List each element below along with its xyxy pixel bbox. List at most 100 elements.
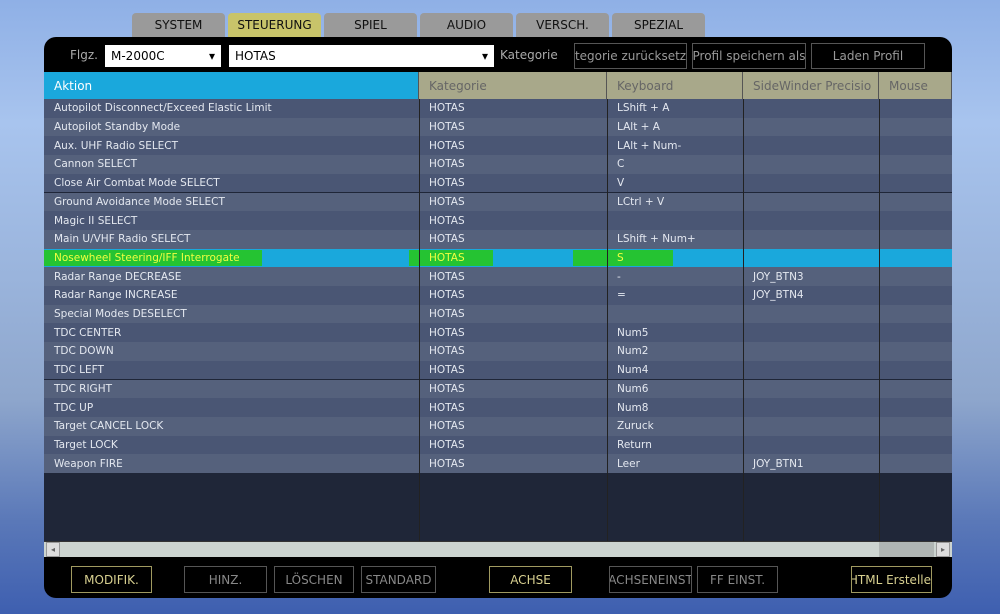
chevron-down-icon: ▾ xyxy=(208,49,215,63)
keyboard-cell: LShift + A xyxy=(617,102,670,115)
table-row[interactable]: Aux. UHF Radio SELECT HOTAS LAlt + Num- xyxy=(44,136,952,156)
scroll-left-icon[interactable]: ◂ xyxy=(46,542,60,557)
column-divider xyxy=(879,99,880,541)
save-profile-button[interactable]: Profil speichern als xyxy=(692,43,806,69)
delete-button[interactable]: LÖSCHEN xyxy=(274,566,354,593)
keyboard-cell: Leer xyxy=(617,457,640,470)
action-cell: Target LOCK xyxy=(54,438,118,451)
table-row[interactable]: Autopilot Disconnect/Exceed Elastic Limi… xyxy=(44,99,952,118)
action-cell: Main U/VHF Radio SELECT xyxy=(54,233,191,246)
horizontal-scrollbar[interactable]: ◂ ▸ xyxy=(44,541,952,557)
keyboard-cell: LAlt + Num- xyxy=(617,139,682,152)
tab-spezial[interactable]: SPEZIAL xyxy=(612,13,705,37)
axis-tune-button[interactable]: ACHSENEINST xyxy=(609,566,692,593)
table-row[interactable]: TDC UP HOTAS Num8 xyxy=(44,398,952,417)
category-value: HOTAS xyxy=(235,49,276,63)
action-cell: Cannon SELECT xyxy=(54,158,138,171)
joystick-cell xyxy=(743,99,879,118)
column-header-joystick[interactable]: SideWinder Precisio xyxy=(743,72,879,99)
keyboard-cell: - xyxy=(617,270,621,283)
table-row[interactable]: TDC DOWN HOTAS Num2 xyxy=(44,342,952,361)
joystick-cell: JOY_BTN1 xyxy=(753,457,804,470)
category-cell: HOTAS xyxy=(429,345,465,358)
category-cell: HOTAS xyxy=(429,121,465,134)
ff-tune-button[interactable]: FF EINST. xyxy=(697,566,778,593)
axis-assign-button[interactable]: ACHSE xyxy=(489,566,572,593)
keyboard-cell xyxy=(607,305,743,324)
category-select[interactable]: HOTAS ▾ xyxy=(229,45,494,67)
table-row[interactable]: Nosewheel Steering/IFF Interrogate HOTAS S xyxy=(44,248,952,268)
table-row[interactable]: Weapon FIRE HOTAS Leer JOY_BTN1 xyxy=(44,454,952,473)
table-row[interactable]: TDC RIGHT HOTAS Num6 xyxy=(44,379,952,399)
action-cell: Nosewheel Steering/IFF Interrogate xyxy=(54,251,240,264)
load-profile-button[interactable]: Laden Profil xyxy=(811,43,925,69)
action-cell: Magic II SELECT xyxy=(54,214,138,227)
category-cell: HOTAS xyxy=(429,364,465,377)
category-cell: HOTAS xyxy=(429,308,465,321)
category-cell: HOTAS xyxy=(429,270,465,283)
keyboard-cell: LShift + Num+ xyxy=(617,233,696,246)
tab-audio[interactable]: AUDIO xyxy=(420,13,513,37)
table-row[interactable]: Target LOCK HOTAS Return xyxy=(44,435,952,455)
keyboard-cell: Num8 xyxy=(617,401,649,414)
table-row[interactable]: Ground Avoidance Mode SELECT HOTAS LCtrl +… xyxy=(44,192,952,212)
table-row[interactable]: Special Modes DESELECT HOTAS xyxy=(44,304,952,324)
keyboard-cell: LCtrl + V xyxy=(617,195,665,208)
keyboard-cell: = xyxy=(617,289,626,302)
joystick-cell xyxy=(743,174,879,193)
tab-steuerung[interactable]: STEUERUNG xyxy=(228,13,321,37)
joystick-cell: JOY_BTN4 xyxy=(753,289,804,302)
table-row[interactable]: Main U/VHF Radio SELECT HOTAS LShift + Num… xyxy=(44,229,952,249)
action-cell: Target CANCEL LOCK xyxy=(54,420,164,433)
joystick-cell xyxy=(743,380,879,399)
keyboard-cell: Num2 xyxy=(617,345,649,358)
column-header-mouse[interactable]: Mouse xyxy=(879,72,952,99)
column-header-category[interactable]: Kategorie xyxy=(419,72,607,99)
tab-versch[interactable]: VERSCH. xyxy=(516,13,609,37)
table-row[interactable]: Radar Range DECREASE HOTAS - JOY_BTN3 xyxy=(44,267,952,286)
keyboard-cell: Num4 xyxy=(617,364,649,377)
add-button[interactable]: HINZ. xyxy=(184,566,267,593)
action-cell: Special Modes DESELECT xyxy=(54,308,187,321)
bindings-table: Aktion Kategorie Keyboard SideWinder Pre… xyxy=(44,72,952,541)
table-row[interactable]: Autopilot Standby Mode HOTAS LAlt + A xyxy=(44,117,952,137)
aircraft-select[interactable]: M-2000C ▾ xyxy=(105,45,221,67)
table-row[interactable]: Radar Range INCREASE HOTAS = JOY_BTN4 xyxy=(44,286,952,305)
action-cell: Autopilot Standby Mode xyxy=(54,121,181,134)
table-row[interactable]: TDC CENTER HOTAS Num5 xyxy=(44,323,952,343)
table-row[interactable]: TDC LEFT HOTAS Num4 xyxy=(44,360,952,380)
column-divider xyxy=(419,99,420,541)
category-cell: HOTAS xyxy=(429,177,465,190)
controls-panel: Flgz. M-2000C ▾ HOTAS ▾ Kategorie tegorie … xyxy=(44,37,952,598)
aircraft-label: Flgz. xyxy=(70,47,98,62)
joystick-cell xyxy=(743,249,879,268)
category-cell: HOTAS xyxy=(429,139,465,152)
category-cell: HOTAS xyxy=(429,102,465,115)
joystick-cell xyxy=(743,136,879,155)
make-html-button[interactable]: HTML Erstelle xyxy=(851,566,932,593)
table-row[interactable]: Magic II SELECT HOTAS xyxy=(44,211,952,230)
keyboard-cell: V xyxy=(617,177,625,190)
table-row[interactable]: Cannon SELECT HOTAS C xyxy=(44,155,952,174)
table-row[interactable]: Close Air Combat Mode SELECT HOTAS V xyxy=(44,173,952,193)
action-cell: Ground Avoidance Mode SELECT xyxy=(54,195,225,208)
column-divider xyxy=(743,99,744,541)
column-header-action[interactable]: Aktion xyxy=(44,72,419,99)
keyboard-cell: LAlt + A xyxy=(617,121,660,134)
category-cell: HOTAS xyxy=(429,326,465,339)
scroll-track-end xyxy=(879,542,934,557)
column-header-keyboard[interactable]: Keyboard xyxy=(607,72,743,99)
category-cell: HOTAS xyxy=(429,382,465,395)
keyboard-cell: C xyxy=(617,158,625,171)
reset-category-button[interactable]: tegorie zurücksetz xyxy=(574,43,687,69)
default-button[interactable]: STANDARD xyxy=(361,566,436,593)
modifiers-button[interactable]: MODIFIK. xyxy=(71,566,152,593)
tab-system[interactable]: SYSTEM xyxy=(132,13,225,37)
joystick-cell xyxy=(743,323,879,342)
table-row[interactable]: Target CANCEL LOCK HOTAS Zuruck xyxy=(44,416,952,436)
joystick-cell xyxy=(743,436,879,455)
tab-spiel[interactable]: SPIEL xyxy=(324,13,417,37)
scroll-right-icon[interactable]: ▸ xyxy=(936,542,950,557)
category-cell: HOTAS xyxy=(429,251,465,264)
toolbar: Flgz. M-2000C ▾ HOTAS ▾ Kategorie tegorie … xyxy=(44,37,952,72)
